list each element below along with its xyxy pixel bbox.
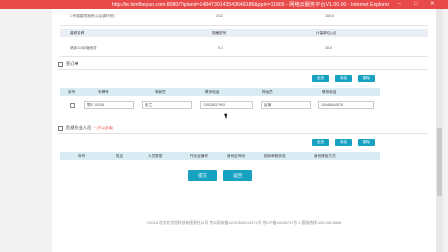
top-row2-name: 墙体1/4砖墙面漆 — [70, 46, 97, 50]
sign-col-plate: 车牌号 — [98, 90, 109, 94]
top-row2-spec: 5.1 — [218, 46, 223, 50]
divider — [58, 69, 428, 70]
divider — [60, 56, 428, 57]
sign-col-index: 序号 — [68, 90, 76, 94]
required-note: * (不以必填) — [94, 125, 114, 130]
work-col-cert: 作业证编号 — [190, 154, 208, 158]
escort-phone-input[interactable]: 15546844578 — [318, 101, 374, 109]
top-header-spec: 规格型号 — [212, 31, 227, 35]
back-button[interactable]: 返回 — [223, 170, 252, 181]
top-row1-spec: 4/32 — [216, 14, 223, 18]
driver-phone-input[interactable]: 13933837993 — [200, 101, 253, 109]
top-row1-name: C号楼建筑面积(以后调坏桥) — [70, 14, 115, 18]
work-section-title-text: 危规作业人员 — [66, 125, 92, 130]
work-col-name: 姓名 — [116, 154, 124, 158]
sign-delete-button[interactable]: 删除 — [358, 75, 375, 82]
list-icon — [58, 61, 63, 67]
sign-select-all-button[interactable]: 全选 — [312, 75, 329, 82]
sign-section-title: 签订单 — [58, 61, 79, 67]
top-row1-value: 168.6 — [325, 14, 334, 18]
work-col-id: 身份证号码 — [227, 154, 245, 158]
work-col-verify: 身份核验方式 — [314, 154, 336, 158]
work-col-status: 指标审核状态 — [264, 154, 286, 158]
work-section-title: 危规作业人员 * (不以必填) — [58, 125, 113, 131]
scrollbar-thumb[interactable] — [437, 128, 442, 196]
sign-section-title-text: 签订单 — [66, 61, 79, 66]
work-col-index: 序号 — [78, 154, 86, 158]
footer-text: ©2016 北京北京思科技有限责任公司 京公网安备11010502013371号… — [146, 221, 342, 225]
work-add-button[interactable]: 添加 — [335, 139, 352, 146]
top-table-header — [60, 29, 428, 37]
plate-input[interactable]: 鄂E 15208 — [84, 101, 134, 109]
work-select-all-button[interactable]: 全选 — [312, 139, 329, 146]
divider — [60, 25, 428, 26]
top-header-name: 装修名称 — [70, 31, 85, 35]
divider — [58, 133, 428, 134]
escort-input[interactable]: 赵楠 — [261, 101, 311, 109]
top-row2-value: 38.6 — [325, 46, 332, 50]
close-icon[interactable]: ✕ — [430, 1, 435, 7]
person-icon — [58, 125, 63, 131]
maximize-icon[interactable]: □ — [414, 1, 417, 7]
sign-col-driver: 驾驶员 — [155, 90, 166, 94]
work-delete-button[interactable]: 删除 — [358, 139, 375, 146]
sign-row-checkbox[interactable] — [70, 103, 75, 108]
sign-col-escort: 押运员 — [262, 90, 273, 94]
window-title-bar: http://ie.lxmfbeyun.com:8080/?ipland=148… — [0, 0, 448, 9]
work-col-type: 人员类型 — [148, 154, 163, 158]
minimize-icon[interactable]: – — [398, 1, 401, 7]
top-header-unit: 计量单位(㎡) — [316, 31, 337, 35]
sign-add-button[interactable]: 添加 — [335, 75, 352, 82]
sign-col-escort-phone: 联系电话 — [322, 90, 337, 94]
driver-input[interactable]: 彭兰 — [142, 101, 192, 109]
sign-col-driver-phone: 联系电话 — [205, 90, 220, 94]
submit-button[interactable]: 提交 — [188, 170, 217, 181]
window-title: http://ie.lxmfbeyun.com:8080/?ipland=148… — [112, 2, 390, 8]
